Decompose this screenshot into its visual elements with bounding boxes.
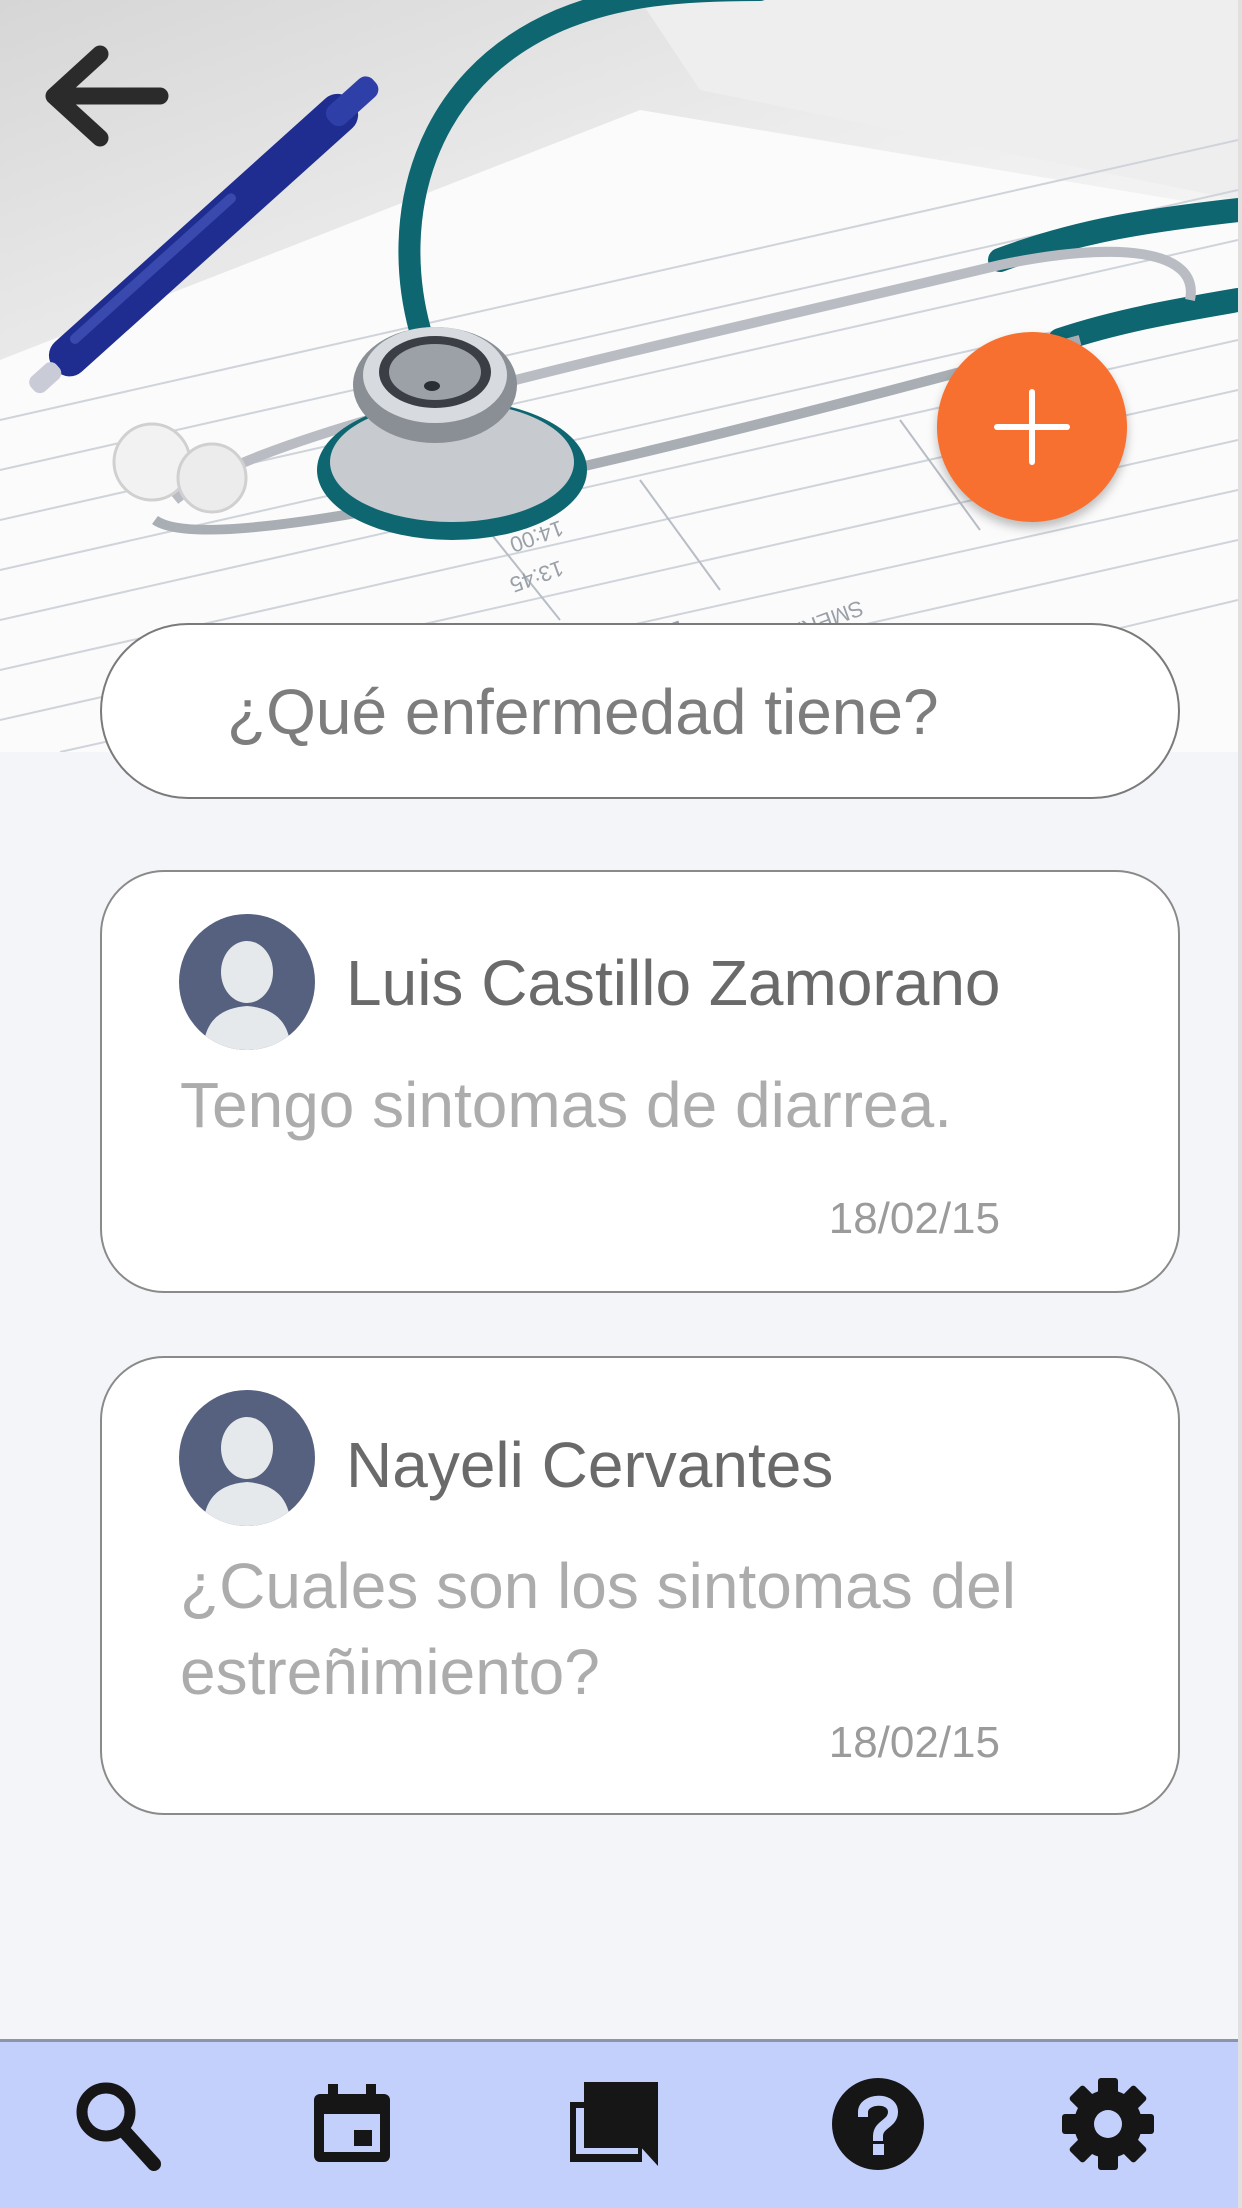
- nav-calendar-button[interactable]: [302, 2074, 402, 2174]
- post-message: ¿Cuales son los sintomas del estreñimien…: [180, 1550, 1016, 1708]
- add-post-button[interactable]: [937, 332, 1127, 522]
- post-date: 18/02/15: [828, 1194, 1000, 1243]
- calendar-icon: [314, 2084, 390, 2162]
- search-placeholder: ¿Qué enfermedad tiene?: [227, 676, 939, 748]
- bottom-nav: [0, 2039, 1242, 2208]
- post-card[interactable]: Nayeli Cervantes ¿Cuales son los sintoma…: [100, 1356, 1180, 1815]
- screen: 14:00 13:45 Datum SMERA: [0, 0, 1242, 2208]
- post-author: Luis Castillo Zamorano: [346, 947, 1001, 1019]
- back-button[interactable]: [40, 40, 170, 160]
- nav-help-button[interactable]: [828, 2074, 928, 2174]
- search-icon: [76, 2082, 161, 2171]
- user-avatar-icon: [179, 914, 315, 1050]
- post-card[interactable]: Luis Castillo Zamorano Tengo sintomas de…: [100, 870, 1180, 1293]
- post-date: 18/02/15: [828, 1718, 1000, 1767]
- nav-settings-button[interactable]: [1058, 2074, 1158, 2174]
- post-message: Tengo sintomas de diarrea.: [180, 1069, 952, 1141]
- forum-icon: [570, 2082, 658, 2166]
- gear-icon: [1062, 2078, 1154, 2170]
- screen-edge: [1238, 0, 1242, 2208]
- help-icon: [832, 2078, 924, 2170]
- nav-search-button[interactable]: [66, 2074, 166, 2174]
- user-avatar-icon: [179, 1390, 315, 1526]
- nav-forum-button[interactable]: [562, 2074, 662, 2174]
- arrow-left-icon: [45, 45, 169, 147]
- search-input[interactable]: ¿Qué enfermedad tiene?: [100, 623, 1180, 799]
- post-author: Nayeli Cervantes: [346, 1429, 834, 1501]
